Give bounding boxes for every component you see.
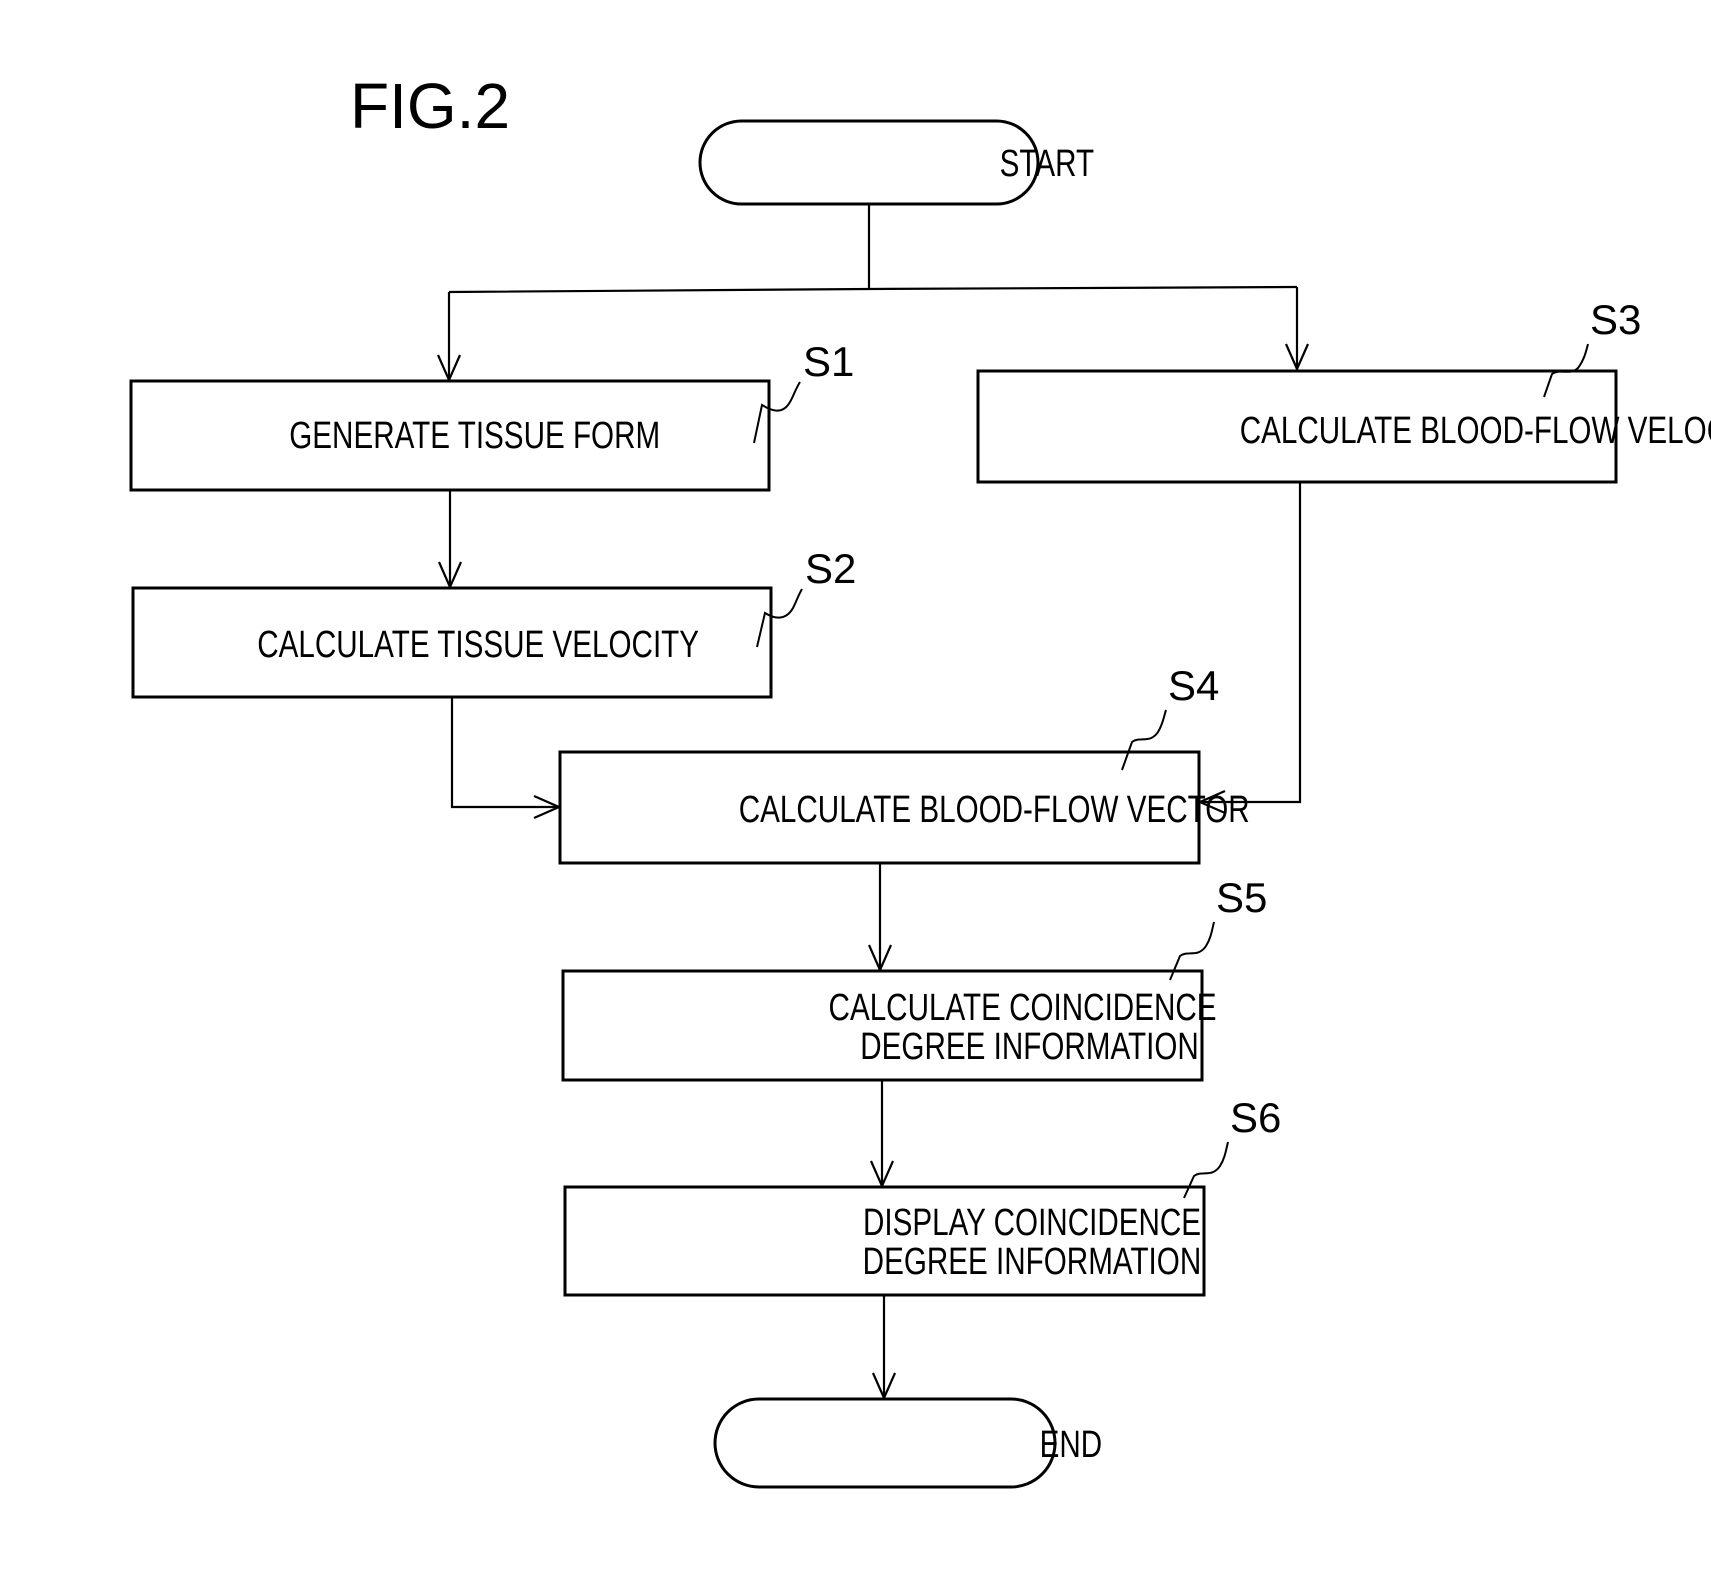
process-s3-text: CALCULATE BLOOD-FLOW VELOCITY [1240, 410, 1711, 452]
step-label-s3: S3 [1590, 296, 1641, 343]
connector-s2-s4 [450, 697, 559, 809]
end-terminal: END [713, 1397, 1103, 1489]
process-s6-text-line1: DISPLAY COINCIDENCE [863, 1202, 1201, 1244]
process-s2-text: CALCULATE TISSUE VELOCITY [257, 624, 699, 666]
step-label-s5: S5 [1216, 874, 1267, 921]
process-s6: DISPLAY COINCIDENCE DEGREE INFORMATION S… [563, 1094, 1281, 1297]
process-s4-text: CALCULATE BLOOD-FLOW VECTOR [739, 789, 1250, 831]
process-s5-text-line2: DEGREE INFORMATION [860, 1026, 1199, 1068]
connector-s3-s4 [1200, 482, 1302, 804]
end-terminal-shape [713, 1397, 1057, 1489]
end-label: END [1040, 1424, 1103, 1466]
process-s6-text-line2: DEGREE INFORMATION [863, 1241, 1202, 1283]
process-s1: GENERATE TISSUE FORM S1 [129, 338, 854, 492]
start-terminal: START [698, 119, 1095, 206]
figure-title: FIG.2 [350, 70, 510, 142]
process-s3: CALCULATE BLOOD-FLOW VELOCITY S3 [976, 296, 1711, 484]
flowchart-canvas: FIG.2 START GENERATE TISSUE FORM S1 CALC… [129, 70, 1711, 1489]
process-s5: CALCULATE COINCIDENCE DEGREE INFORMATION… [561, 874, 1267, 1082]
step-label-s4: S4 [1168, 662, 1219, 709]
step-label-s1: S1 [803, 338, 854, 385]
step-label-s2: S2 [805, 545, 856, 592]
connector-branch [448, 285, 1298, 294]
process-s1-text: GENERATE TISSUE FORM [289, 415, 660, 457]
start-terminal-shape [698, 119, 1040, 206]
process-s5-text-line1: CALCULATE COINCIDENCE [829, 987, 1217, 1029]
step-label-s6: S6 [1230, 1094, 1281, 1141]
start-label: START [1000, 143, 1095, 185]
process-s2: CALCULATE TISSUE VELOCITY S2 [131, 545, 856, 699]
